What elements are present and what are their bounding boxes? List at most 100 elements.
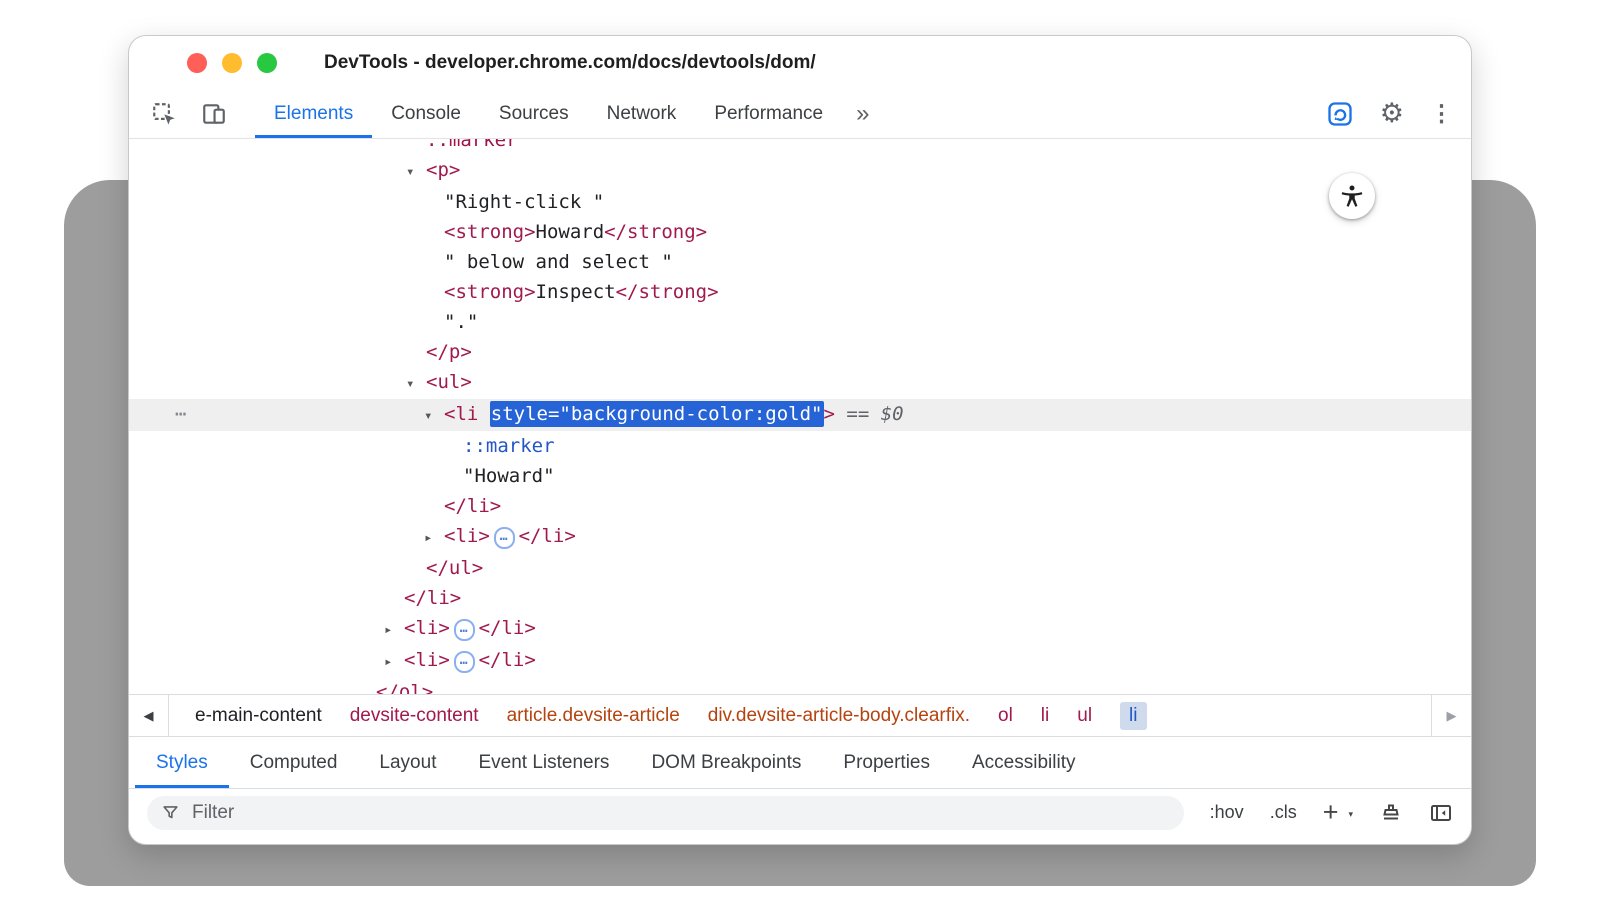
dom-tree-line[interactable]: ::marker	[129, 431, 1471, 461]
settings-gear-icon[interactable]: ⚙	[1380, 100, 1404, 127]
tab-computed[interactable]: Computed	[229, 737, 359, 788]
dom-tree-line[interactable]: ▸<li>…</li>	[129, 645, 1471, 677]
more-tabs-chevron-icon[interactable]: »	[842, 89, 883, 138]
kebab-menu-icon[interactable]: ⋮	[1430, 102, 1453, 125]
breadcrumb-list: e-main-content devsite-content article.dev…	[169, 695, 1431, 736]
breadcrumb-item[interactable]: ul	[1077, 705, 1092, 727]
tab-console[interactable]: Console	[372, 89, 480, 138]
dom-tree-line[interactable]: </ul>	[129, 553, 1471, 583]
ellipsis-expand-button[interactable]: …	[454, 651, 475, 673]
new-style-rule-button[interactable]: +	[1323, 799, 1339, 826]
dom-tree-line[interactable]: ▸<li>…</li>	[129, 521, 1471, 553]
expander-arrow-right-icon[interactable]: ▸	[384, 647, 404, 677]
breadcrumb-item[interactable]: devsite-content	[350, 705, 479, 727]
dom-tree-line[interactable]: "Right-click "	[129, 187, 1471, 217]
dom-tree-line[interactable]: ▾<ul>	[129, 367, 1471, 399]
expander-arrow-down-icon[interactable]: ▾	[406, 157, 426, 187]
pseudo-element-marker[interactable]: ::marker	[463, 435, 555, 457]
dom-tag: <li	[444, 403, 490, 425]
dom-tag: </p>	[426, 341, 472, 363]
breadcrumb-item[interactable]: div.devsite-article-body.clearfix.	[708, 705, 970, 727]
accessibility-person-button[interactable]	[1329, 173, 1375, 219]
tab-event-listeners[interactable]: Event Listeners	[457, 737, 630, 788]
styles-filter-input[interactable]	[190, 801, 1170, 825]
expander-arrow-right-icon[interactable]: ▸	[384, 615, 404, 645]
dom-tree-line-selected[interactable]: ⋯▾<li style="background-color:gold"> == …	[129, 399, 1471, 431]
expander-arrow-right-icon[interactable]: ▸	[424, 523, 444, 553]
tab-styles[interactable]: Styles	[135, 737, 229, 788]
dom-tree-line[interactable]: ▾<p>	[129, 155, 1471, 187]
tab-elements[interactable]: Elements	[255, 89, 372, 138]
devtools-toolbar: ElementsConsoleSourcesNetworkPerformance…	[129, 89, 1471, 139]
dom-tree-line[interactable]: ::marker	[129, 139, 1471, 155]
dom-tag: <li>	[404, 649, 450, 671]
dom-tag: </li>	[479, 649, 536, 671]
filter-funnel-icon	[161, 803, 180, 822]
breadcrumb-bar: ◀ e-main-content devsite-content article.d…	[129, 694, 1471, 736]
dollar-zero-hint: $0	[881, 403, 904, 425]
dom-tag: <strong>	[444, 221, 536, 243]
dom-text-node: "."	[444, 311, 478, 333]
dom-tag: <strong>	[444, 281, 536, 303]
toggle-element-state-button[interactable]: :hov	[1210, 802, 1244, 823]
ellipsis-expand-button[interactable]: …	[454, 619, 475, 641]
dom-tag: </li>	[404, 587, 461, 609]
dom-text-node: "Howard"	[463, 465, 555, 487]
tab-dom-breakpoints[interactable]: DOM Breakpoints	[630, 737, 822, 788]
dom-tree-line[interactable]: <strong>Howard</strong>	[129, 217, 1471, 247]
elements-panel: ::marker▾<p>"Right-click "<strong>Howard…	[129, 139, 1471, 694]
devtools-window: DevTools - developer.chrome.com/docs/dev…	[128, 35, 1472, 845]
dom-tag: </li>	[444, 495, 501, 517]
row-actions-dots-icon[interactable]: ⋯	[175, 399, 187, 429]
dom-tree-line[interactable]: "."	[129, 307, 1471, 337]
ellipsis-expand-button[interactable]: …	[494, 527, 515, 549]
stamp-icon[interactable]	[1379, 801, 1403, 825]
breadcrumb-item[interactable]: ol	[998, 705, 1013, 727]
inspect-element-icon[interactable]	[151, 101, 177, 127]
dom-tree-line[interactable]: <strong>Inspect</strong>	[129, 277, 1471, 307]
breadcrumb-item[interactable]: e-main-content	[195, 705, 322, 727]
tab-network[interactable]: Network	[588, 89, 696, 138]
window-bottom-gap	[129, 836, 1471, 844]
bottom-tabs: StylesComputedLayoutEvent ListenersDOM B…	[129, 736, 1471, 788]
tab-properties[interactable]: Properties	[822, 737, 951, 788]
expander-arrow-down-icon[interactable]: ▾	[424, 401, 444, 431]
top-tabs: ElementsConsoleSourcesNetworkPerformance	[255, 89, 842, 138]
zoom-window-button[interactable]	[257, 53, 277, 73]
tab-accessibility[interactable]: Accessibility	[951, 737, 1096, 788]
breadcrumb-item[interactable]: article.devsite-article	[507, 705, 680, 727]
breadcrumb-item-selected[interactable]: li	[1120, 702, 1146, 730]
styles-filter-field[interactable]	[147, 796, 1184, 830]
dom-text-node: Howard	[536, 221, 605, 243]
dom-tree-line[interactable]: "Howard"	[129, 461, 1471, 491]
dom-text-node: " below and select "	[444, 251, 673, 273]
rotate-device-icon[interactable]	[1326, 100, 1354, 128]
device-toolbar-icon[interactable]	[201, 101, 227, 127]
tab-layout[interactable]: Layout	[358, 737, 457, 788]
dom-tree-line[interactable]: </li>	[129, 583, 1471, 613]
accessibility-person-icon	[1339, 183, 1365, 209]
breadcrumb-item[interactable]: li	[1041, 705, 1049, 727]
dom-tag: </li>	[519, 525, 576, 547]
dom-tag: </li>	[479, 617, 536, 639]
dom-tree-line[interactable]: " below and select "	[129, 247, 1471, 277]
dom-tag: </strong>	[604, 221, 707, 243]
element-classes-button[interactable]: .cls	[1270, 802, 1297, 823]
selected-attribute-highlight[interactable]: style="background-color:gold"	[490, 401, 824, 427]
breadcrumb-scroll-right-icon[interactable]: ▶	[1431, 695, 1471, 736]
tab-sources[interactable]: Sources	[480, 89, 588, 138]
dom-tree-line[interactable]: </li>	[129, 491, 1471, 521]
close-window-button[interactable]	[187, 53, 207, 73]
pseudo-element-marker-clipped: ::marker	[426, 139, 518, 151]
dom-tree-line[interactable]: </ol>	[129, 677, 1471, 694]
expander-arrow-down-icon[interactable]: ▾	[406, 369, 426, 399]
dom-tag: </strong>	[616, 281, 719, 303]
breadcrumb-scroll-left-icon[interactable]: ◀	[129, 695, 169, 736]
dom-tree-line[interactable]: ▸<li>…</li>	[129, 613, 1471, 645]
tab-performance[interactable]: Performance	[695, 89, 842, 138]
dom-tree-line[interactable]: </p>	[129, 337, 1471, 367]
dom-tag: <ul>	[426, 371, 472, 393]
toggle-sidebar-icon[interactable]	[1429, 801, 1453, 825]
dom-tag: >	[824, 403, 835, 425]
minimize-window-button[interactable]	[222, 53, 242, 73]
